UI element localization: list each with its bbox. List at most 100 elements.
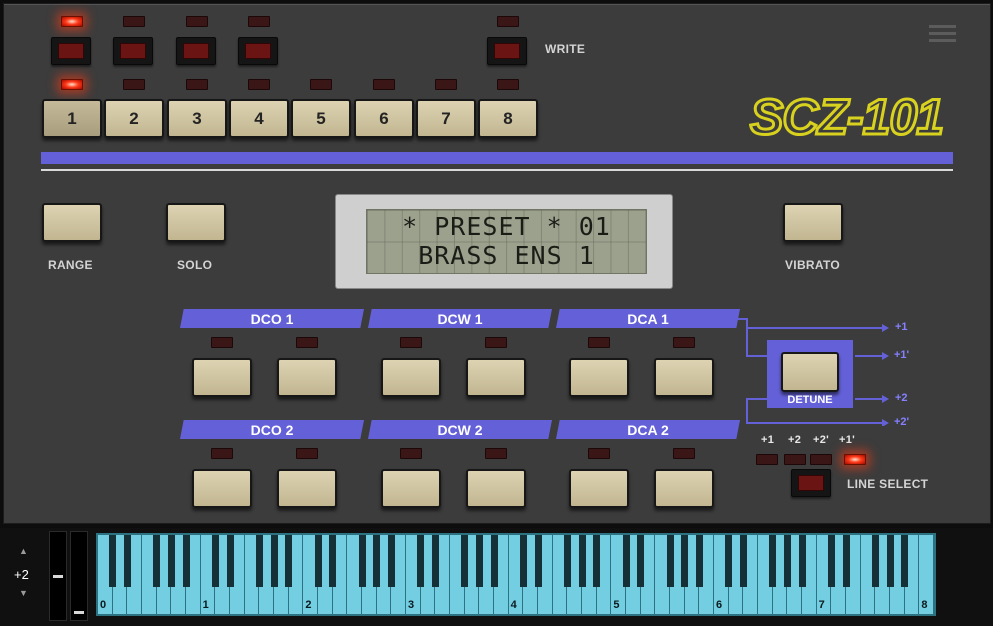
black-key[interactable]	[783, 535, 791, 587]
black-key[interactable]	[123, 535, 131, 587]
octave-down-icon[interactable]: ▼	[19, 588, 28, 598]
mod-wheel-handle[interactable]	[74, 611, 84, 614]
line-select-label: LINE SELECT	[847, 477, 929, 491]
dcw1-button-1[interactable]	[381, 358, 441, 397]
black-key[interactable]	[842, 535, 850, 587]
program-button-label: 3	[192, 108, 202, 128]
black-key[interactable]	[578, 535, 586, 587]
black-key[interactable]	[637, 535, 645, 587]
section-dco1: DCO 1	[180, 309, 364, 328]
program-button-3[interactable]: 3	[167, 99, 227, 138]
black-key[interactable]	[211, 535, 219, 587]
program-button-7[interactable]: 7	[416, 99, 476, 138]
solo-button[interactable]	[166, 203, 226, 242]
line-select-label-2: +2	[788, 434, 802, 446]
octave-label: 2	[305, 599, 312, 611]
black-key[interactable]	[827, 535, 835, 587]
black-key[interactable]	[798, 535, 806, 587]
bank-button-4[interactable]	[238, 37, 278, 65]
black-key[interactable]	[886, 535, 894, 587]
black-key[interactable]	[314, 535, 322, 587]
black-key[interactable]	[695, 535, 703, 587]
black-key[interactable]	[153, 535, 161, 587]
bank-button-1[interactable]	[51, 37, 91, 65]
black-key[interactable]	[769, 535, 777, 587]
octave-label: 1	[202, 599, 209, 611]
black-key[interactable]	[417, 535, 425, 587]
octave-label: 3	[408, 599, 415, 611]
dco1-button-1[interactable]	[192, 358, 252, 397]
dca1-button-2[interactable]	[654, 358, 714, 397]
black-key[interactable]	[109, 535, 117, 587]
detune-button[interactable]	[781, 352, 839, 392]
section-dca2: DCA 2	[556, 420, 740, 439]
dca2-button-2[interactable]	[654, 469, 714, 508]
program-button-5[interactable]: 5	[291, 99, 351, 138]
program-button-4[interactable]: 4	[229, 99, 289, 138]
black-key[interactable]	[167, 535, 175, 587]
bank-button-2[interactable]	[113, 37, 153, 65]
pitch-wheel-handle[interactable]	[53, 575, 63, 578]
range-button[interactable]	[42, 203, 102, 242]
black-key[interactable]	[475, 535, 483, 587]
dcw2-button-1[interactable]	[381, 469, 441, 508]
detune-box: DETUNE	[767, 340, 853, 408]
dcw1-led-2	[485, 337, 507, 348]
black-key[interactable]	[666, 535, 674, 587]
dca1-button-1[interactable]	[569, 358, 629, 397]
dco2-button-2[interactable]	[277, 469, 337, 508]
dco2-button-1[interactable]	[192, 469, 252, 508]
black-key[interactable]	[563, 535, 571, 587]
program-button-2[interactable]: 2	[104, 99, 164, 138]
line-select-label-4: +1'	[839, 434, 856, 446]
black-key[interactable]	[534, 535, 542, 587]
dco2-led-1	[211, 448, 233, 459]
lcd-line-2: BRASS ENS 1	[418, 241, 595, 270]
black-key[interactable]	[871, 535, 879, 587]
vibrato-button[interactable]	[783, 203, 843, 242]
black-key[interactable]	[329, 535, 337, 587]
black-key[interactable]	[461, 535, 469, 587]
black-key[interactable]	[490, 535, 498, 587]
line-select-led-4	[844, 454, 866, 465]
hamburger-menu-icon[interactable]	[929, 23, 957, 45]
dca2-button-1[interactable]	[569, 469, 629, 508]
dcw2-button-2[interactable]	[466, 469, 526, 508]
lcd-line-1: * PRESET * 01	[402, 212, 611, 241]
line-select-led-3	[810, 454, 832, 465]
octave-label: 7	[818, 599, 825, 611]
bank-button-3[interactable]	[176, 37, 216, 65]
dca1-led-2	[673, 337, 695, 348]
dca2-led-2	[673, 448, 695, 459]
black-key[interactable]	[593, 535, 601, 587]
black-key[interactable]	[622, 535, 630, 587]
black-key[interactable]	[255, 535, 263, 587]
program-button-6[interactable]: 6	[354, 99, 414, 138]
black-key[interactable]	[270, 535, 278, 587]
dco1-button-2[interactable]	[277, 358, 337, 397]
program-button-1[interactable]: 1	[42, 99, 102, 138]
black-key[interactable]	[226, 535, 234, 587]
black-key[interactable]	[373, 535, 381, 587]
black-key[interactable]	[739, 535, 747, 587]
black-key[interactable]	[681, 535, 689, 587]
octave-up-icon[interactable]: ▲	[19, 546, 28, 556]
program-led-5	[310, 79, 332, 90]
black-key[interactable]	[725, 535, 733, 587]
line-select-led-1	[756, 454, 778, 465]
black-key[interactable]	[285, 535, 293, 587]
program-button-label: 2	[129, 108, 139, 128]
write-led	[497, 16, 519, 27]
black-key[interactable]	[901, 535, 909, 587]
write-button[interactable]	[487, 37, 527, 65]
black-key[interactable]	[182, 535, 190, 587]
line-select-button[interactable]	[791, 469, 831, 497]
black-key[interactable]	[519, 535, 527, 587]
dcw1-button-2[interactable]	[466, 358, 526, 397]
black-key[interactable]	[358, 535, 366, 587]
black-key[interactable]	[387, 535, 395, 587]
mod-wheel[interactable]	[70, 531, 88, 621]
program-button-8[interactable]: 8	[478, 99, 538, 138]
black-key[interactable]	[431, 535, 439, 587]
pitch-wheel[interactable]	[49, 531, 67, 621]
